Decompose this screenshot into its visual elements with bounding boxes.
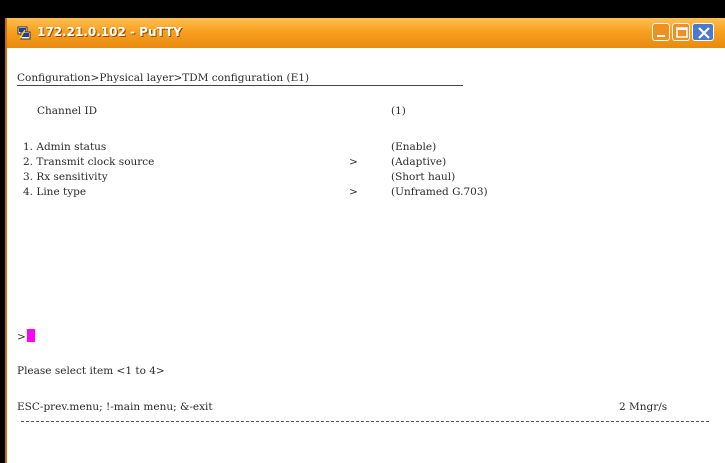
select-prompt: Please select item <1 to 4>: [17, 365, 165, 377]
maximize-button[interactable]: [672, 23, 690, 41]
submenu-arrow: >: [349, 186, 358, 198]
terminal-cursor: [27, 329, 35, 342]
menu-item-label: 1. Admin status: [23, 141, 107, 153]
prompt-symbol: >: [17, 331, 26, 343]
minimize-button[interactable]: [652, 23, 670, 41]
submenu-arrow: >: [349, 156, 358, 168]
menu-item-label: 4. Line type: [23, 186, 87, 198]
window-title: 172.21.0.102 - PuTTY: [37, 25, 182, 39]
menu-item-value: (Enable): [391, 141, 437, 153]
channel-id-label: Channel ID: [37, 105, 98, 117]
menu-item-label: 2. Transmit clock source: [23, 156, 155, 168]
breadcrumb: Configuration>Physical layer>TDM configu…: [17, 72, 310, 84]
minimize-icon: [657, 35, 665, 37]
terminal-area[interactable]: Configuration>Physical layer>TDM configu…: [7, 48, 725, 463]
menu-item-label: 3. Rx sensitivity: [23, 171, 108, 183]
help-line: ESC-prev.menu; !-main menu; &-exit: [17, 401, 213, 413]
menu-item-value: (Adaptive): [391, 156, 447, 168]
separator-line: [21, 421, 709, 422]
close-button[interactable]: [692, 23, 714, 41]
menu-item-value: (Unframed G.703): [391, 186, 488, 198]
menu-item-value: (Short haul): [391, 171, 456, 183]
channel-id-value: (1): [391, 105, 406, 117]
session-status: 2 Mngr/s: [619, 401, 668, 413]
close-icon: [698, 27, 710, 39]
maximize-icon: [676, 27, 688, 38]
putty-icon[interactable]: [17, 26, 31, 40]
putty-window: 172.21.0.102 - PuTTY Configuration>Physi…: [5, 18, 725, 463]
title-bar[interactable]: 172.21.0.102 - PuTTY: [7, 18, 725, 48]
breadcrumb-underline: [17, 85, 463, 86]
